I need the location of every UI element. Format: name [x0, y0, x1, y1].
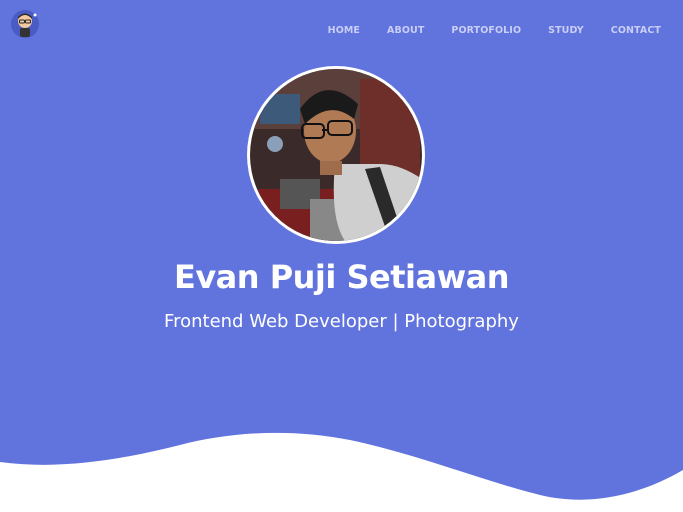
nav-portofolio-link[interactable]: PORTOFOLIO	[451, 25, 521, 36]
hero-section: HOME ABOUT PORTOFOLIO STUDY CONTACT Evan…	[0, 0, 683, 512]
profile-tagline: Frontend Web Developer | Photography	[164, 311, 519, 332]
nav-about-link[interactable]: ABOUT	[387, 25, 424, 36]
profile-photo	[247, 66, 425, 244]
nav-menu: HOME ABOUT PORTOFOLIO STUDY CONTACT	[301, 18, 661, 37]
nav-contact-link[interactable]: CONTACT	[611, 25, 661, 36]
logo-avatar-icon[interactable]	[10, 9, 40, 39]
navbar: HOME ABOUT PORTOFOLIO STUDY CONTACT	[0, 0, 683, 48]
profile-name: Evan Puji Setiawan	[173, 258, 510, 296]
nav-study-link[interactable]: STUDY	[548, 25, 584, 36]
wave-divider	[0, 432, 683, 512]
nav-home-link[interactable]: HOME	[328, 25, 360, 36]
